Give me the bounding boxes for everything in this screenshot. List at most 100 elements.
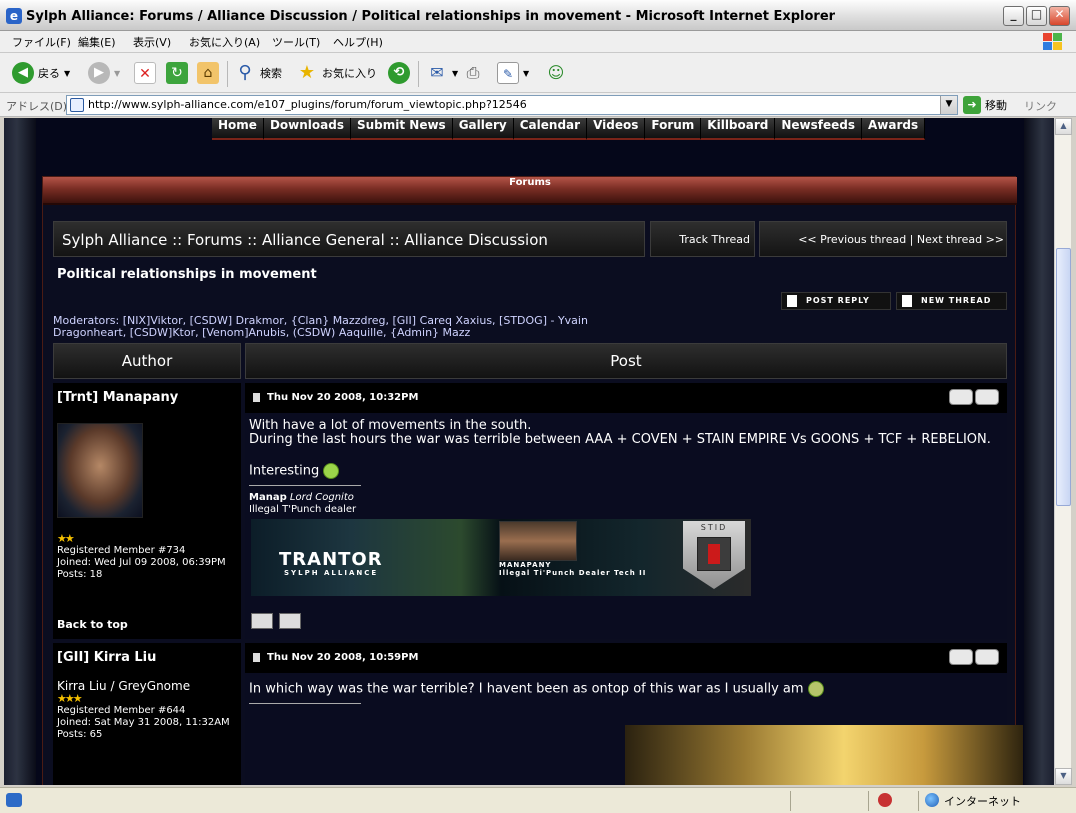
home-icon: ⌂ (197, 62, 219, 84)
post-header: Thu Nov 20 2008, 10:59PM (245, 643, 1007, 673)
breadcrumb-text[interactable]: Sylph Alliance :: Forums :: Alliance Gen… (62, 231, 548, 249)
signature-title: Lord Cognito (289, 492, 354, 503)
nav-killboard[interactable]: Killboard (701, 118, 776, 140)
new-thread-button[interactable]: NEW THREAD (896, 292, 1007, 310)
home-button[interactable]: ⌂ (197, 61, 219, 85)
nav-submit-news[interactable]: Submit News (350, 118, 453, 140)
signature-text: Illegal T'Punch dealer (249, 504, 357, 515)
nav-downloads[interactable]: Downloads (263, 118, 351, 140)
status-separator (868, 791, 869, 811)
menu-edit[interactable]: 編集(E) (78, 34, 116, 50)
refresh-icon: ↻ (166, 62, 188, 84)
banner-alliance-text: SYLPH ALLIANCE (284, 569, 379, 577)
quote-icon[interactable] (975, 649, 999, 665)
messenger-icon: ☺ (547, 63, 565, 82)
banner-trantor-text: TRANTOR (279, 549, 383, 570)
scroll-down-icon[interactable]: ▼ (1055, 768, 1072, 785)
post-body: In which way was the war terrible? I hav… (245, 673, 1023, 785)
forward-button[interactable]: ▶ ▼ (88, 61, 120, 85)
nav-gallery[interactable]: Gallery (452, 118, 514, 140)
favorites-button[interactable]: ★ お気に入り (296, 61, 377, 85)
post-count: Posts: 65 (57, 729, 103, 740)
stid-badge-icon: STID (683, 521, 745, 589)
thread-nav-links[interactable]: << Previous thread | Next thread >> (798, 233, 1004, 246)
author-alias: Kirra Liu / GreyGnome (57, 679, 191, 693)
nav-home[interactable]: Home (212, 118, 264, 140)
stid-badge-text: STID (700, 523, 728, 532)
print-button[interactable]: ⎙ (462, 61, 484, 85)
author-details: ★★ Registered Member #734 Joined: Wed Ju… (53, 413, 241, 639)
member-number: Registered Member #734 (57, 545, 186, 556)
mail-dropdown-icon[interactable]: ▼ (452, 69, 458, 78)
post-date: Thu Nov 20 2008, 10:32PM (267, 392, 419, 403)
nav-awards[interactable]: Awards (862, 118, 926, 140)
address-label: アドレス(D) (6, 100, 68, 113)
back-button[interactable]: ◀ 戻る ▼ (12, 61, 70, 85)
mail-button[interactable]: ✉ ▼ (426, 61, 458, 85)
nav-newsfeeds[interactable]: Newsfeeds (775, 118, 863, 140)
minimize-button[interactable]: _ (1003, 6, 1024, 26)
address-input[interactable]: http://www.sylph-alliance.com/e107_plugi… (66, 95, 958, 115)
page-icon (70, 98, 84, 112)
vertical-scrollbar[interactable]: ▲ ▼ (1054, 118, 1072, 785)
post-reply-button[interactable]: POST REPLY (781, 292, 891, 310)
rank-stars: ★★★ (57, 692, 83, 705)
new-thread-label: NEW THREAD (921, 296, 992, 305)
back-label: 戻る (38, 67, 60, 80)
history-button[interactable]: ⟲ (388, 61, 410, 85)
status-separator (918, 791, 919, 811)
right-decoration (1024, 118, 1054, 785)
post-author-name[interactable]: [GII] Kirra Liu (53, 643, 241, 673)
post-author-name[interactable]: [Trnt] Manapany (53, 383, 241, 413)
status-separator (790, 791, 791, 811)
scroll-thumb[interactable] (1056, 248, 1071, 506)
post-text-line: With have a lot of movements in the sout… (249, 418, 532, 433)
links-button[interactable]: リンク (1024, 98, 1057, 114)
privacy-icon[interactable] (878, 793, 892, 807)
scroll-up-icon[interactable]: ▲ (1055, 118, 1072, 135)
search-button[interactable]: ⚲ 検索 (234, 61, 282, 85)
menu-tools[interactable]: ツール(T) (272, 34, 320, 50)
profile-icon[interactable] (251, 613, 273, 629)
maximize-button[interactable]: □ (1026, 6, 1047, 26)
edit-icon: ✎ (497, 62, 519, 84)
menu-favorites[interactable]: お気に入り(A) (189, 34, 260, 50)
back-to-top-link[interactable]: Back to top (57, 618, 128, 631)
messenger-button[interactable]: ☺ (545, 61, 567, 85)
post-header: Thu Nov 20 2008, 10:32PM (245, 383, 1007, 413)
back-dropdown-icon[interactable]: ▼ (64, 69, 70, 78)
private-message-icon[interactable] (279, 613, 301, 629)
nav-videos[interactable]: Videos (587, 118, 646, 140)
back-arrow-icon: ◀ (12, 62, 34, 84)
edit-dropdown-icon[interactable]: ▼ (523, 69, 529, 78)
menu-view[interactable]: 表示(V) (133, 34, 171, 50)
author-details: Kirra Liu / GreyGnome ★★★ Registered Mem… (53, 673, 241, 785)
post-text-line: During the last hours the war was terrib… (249, 432, 991, 447)
toolbar-separator (227, 61, 228, 87)
banner-name-text: MANAPANY Illegal Ti'Punch Dealer Tech II (499, 561, 647, 577)
stid-emblem (697, 537, 731, 571)
go-label: 移動 (985, 99, 1007, 112)
standard-toolbar: ◀ 戻る ▼ ▶ ▼ ✕ ↻ ⌂ ⚲ 検索 ★ お気に入り ⟲ ✉ ▼ ⎙ ✎ … (0, 53, 1076, 93)
report-icon[interactable] (949, 649, 973, 665)
forward-dropdown-icon[interactable]: ▼ (114, 69, 120, 78)
menu-file[interactable]: ファイル(F) (12, 34, 71, 50)
stop-button[interactable]: ✕ (134, 61, 156, 85)
report-icon[interactable] (949, 389, 973, 405)
menu-help[interactable]: ヘルプ(H) (333, 34, 383, 50)
quote-icon[interactable] (975, 389, 999, 405)
window-titlebar: e Sylph Alliance: Forums / Alliance Disc… (0, 0, 1076, 31)
post-reply-label: POST REPLY (806, 296, 870, 305)
go-button[interactable]: ➜ 移動 (963, 96, 1007, 114)
signature-divider (249, 485, 361, 486)
nav-calendar[interactable]: Calendar (513, 118, 588, 140)
track-thread-link[interactable]: Track Thread (679, 233, 750, 246)
post-count: Posts: 18 (57, 569, 103, 580)
refresh-button[interactable]: ↻ (166, 61, 188, 85)
edit-button[interactable]: ✎ ▼ (497, 61, 529, 85)
close-button[interactable]: ✕ (1049, 6, 1070, 26)
address-url[interactable]: http://www.sylph-alliance.com/e107_plugi… (88, 98, 527, 111)
status-bar: インターネット (0, 787, 1076, 813)
nav-forum[interactable]: Forum (645, 118, 702, 140)
address-dropdown-icon[interactable]: ▼ (940, 96, 957, 114)
